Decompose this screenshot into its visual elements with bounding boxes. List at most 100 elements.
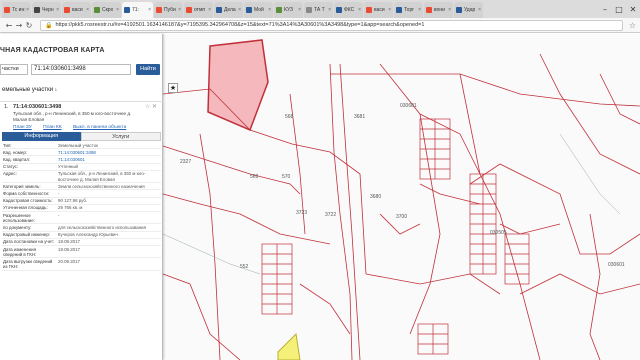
section-label: емельные участки	[2, 87, 54, 93]
tab-label: ТА Т	[314, 7, 325, 13]
tab-label: вони	[434, 7, 445, 13]
tab-close-icon[interactable]: ×	[238, 7, 241, 13]
property-key: Форма собственности:	[3, 190, 50, 196]
property-key: Дата постановки на учет:	[3, 239, 55, 245]
property-key: Кад. номер:	[3, 149, 27, 155]
pin-icon[interactable]: ★	[168, 83, 178, 93]
browser-tab[interactable]: Тс ин: ×	[2, 2, 31, 18]
browser-tab[interactable]: ФКС ×	[334, 2, 363, 18]
tab-close-icon[interactable]: ×	[116, 7, 119, 13]
tab-label: КУЗ	[284, 7, 294, 13]
property-key: Статус:	[3, 164, 19, 170]
tab-close-icon[interactable]: ×	[208, 7, 211, 13]
property-key: Дата изменения сведений в ГКН:	[3, 246, 37, 257]
property-row: Кад. квартал: 71:14:030601	[2, 156, 161, 164]
minimize-icon[interactable]: –	[598, 5, 612, 14]
property-value: -	[58, 190, 60, 196]
tab-info[interactable]: Информация	[2, 132, 81, 141]
property-row: Категория земель: Земли сельскохозяйствен…	[2, 183, 161, 191]
browser-tab[interactable]: Дела ×	[214, 2, 243, 18]
property-key: Кад. квартал:	[3, 156, 31, 162]
plan-kk-link[interactable]: План КК	[43, 125, 62, 130]
result-tools[interactable]: ☆ ✕	[145, 103, 157, 110]
browser-tab[interactable]: васи ×	[62, 2, 91, 18]
plan-zu-link[interactable]: План ЗУ	[13, 125, 32, 130]
tab-close-icon[interactable]: ×	[56, 7, 59, 13]
search-input[interactable]: 71:14:030601:3498	[31, 63, 131, 75]
object-type-select[interactable]: частки	[0, 63, 28, 75]
tab-label: ФКС	[344, 7, 355, 13]
bookmark-star-icon[interactable]: ☆	[629, 21, 636, 30]
property-row: Разрешенное использование: -	[2, 212, 161, 225]
browser-tab[interactable]: ТА Т ×	[304, 2, 333, 18]
tab-label: Пуби	[164, 7, 176, 13]
tab-close-icon[interactable]: ×	[358, 7, 361, 13]
property-key: Кадастровая стоимость:	[3, 198, 53, 204]
browser-tab[interactable]: Черн ×	[32, 2, 61, 18]
browser-tab[interactable]: Мой ×	[244, 2, 273, 18]
browser-tab[interactable]: КУЗ ×	[274, 2, 303, 18]
tab-close-icon[interactable]: ×	[268, 7, 271, 13]
tab-close-icon[interactable]: ×	[478, 7, 481, 13]
result-cadastral-id: 71:14:030601:3498	[13, 104, 62, 110]
property-row: Адрес: Тульская обл., р-н Ленинский, в 35…	[2, 171, 161, 184]
property-value: Тульская обл., р-н Ленинский, в 350 м юг…	[58, 171, 146, 182]
parcel-number: 3680	[370, 194, 382, 200]
browser-tab[interactable]: Удар ×	[454, 2, 483, 18]
favicon-icon	[306, 7, 312, 13]
show-in-panel-link[interactable]: Выкл. в панели объекта	[73, 125, 126, 130]
property-value[interactable]: 71:14:030601:3498	[57, 149, 161, 155]
tab-close-icon[interactable]: ×	[418, 7, 421, 13]
map-label-2327: 2327	[180, 159, 192, 165]
property-key: Уточненная площадь:	[3, 205, 48, 211]
browser-tab[interactable]: вони ×	[424, 2, 453, 18]
url-input[interactable]: 🔒 https://pkk5.rosreestr.ru/#x=4192501.1…	[40, 19, 623, 31]
find-button[interactable]: Найти	[136, 63, 160, 75]
tab-label: Дела	[224, 7, 236, 13]
property-value: для сельскохозяйственного использования	[58, 224, 146, 230]
property-row: Кад. номер: 71:14:030601:3498	[2, 149, 161, 157]
tab-close-icon[interactable]: ×	[388, 7, 391, 13]
browser-tab[interactable]: Пуби ×	[154, 2, 183, 18]
property-key: Тип:	[3, 142, 12, 148]
favicon-icon	[34, 7, 40, 13]
property-value: 90 127,98 руб.	[58, 198, 88, 204]
maximize-icon[interactable]: □	[612, 5, 626, 14]
property-row: Статус: Учтенный	[2, 164, 161, 171]
favicon-icon	[456, 7, 462, 13]
browser-tab[interactable]: Скро ×	[92, 2, 121, 18]
favicon-icon	[366, 7, 372, 13]
close-icon[interactable]: ✕	[626, 5, 640, 14]
property-key: Адрес:	[3, 171, 17, 177]
map-label-block-3: 030601	[608, 262, 625, 268]
property-key: по документу:	[3, 224, 32, 230]
browser-tab[interactable]: васи ×	[364, 2, 393, 18]
tab-close-icon[interactable]: ×	[328, 7, 331, 13]
section-header[interactable]: емельные участки 1	[0, 87, 163, 97]
browser-tab[interactable]: отмп ×	[184, 2, 213, 18]
tab-close-icon[interactable]: ×	[298, 7, 301, 13]
yellow-parcel	[277, 332, 301, 360]
property-value[interactable]: 71:14:030601	[57, 156, 161, 162]
tab-close-icon[interactable]: ×	[26, 7, 29, 13]
tab-services[interactable]: Услуги	[80, 132, 161, 141]
browser-tab[interactable]: 71: ×	[122, 2, 153, 18]
browser-tab[interactable]: Торг ×	[394, 2, 423, 18]
property-value: 20.09.2017	[58, 258, 80, 264]
reload-icon[interactable]: ↻	[24, 21, 34, 30]
url-text: https://pkk5.rosreestr.ru/#x=4192501.163…	[55, 22, 425, 28]
parcel-number: 569	[250, 174, 259, 180]
tab-label: отмп	[194, 7, 206, 13]
tab-label: Удар	[464, 7, 476, 13]
tab-close-icon[interactable]: ×	[448, 7, 451, 13]
search-row: частки 71:14:030601:3498 Найти	[0, 63, 163, 75]
tab-close-icon[interactable]: ×	[148, 7, 151, 13]
tab-close-icon[interactable]: ×	[86, 7, 89, 13]
favicon-icon	[156, 7, 162, 13]
result-links: План ЗУ План КК Выкл. в панели объекта	[13, 125, 136, 130]
address-bar: ← → ↻ 🔒 https://pkk5.rosreestr.ru/#x=419…	[0, 18, 640, 33]
selected-parcel	[207, 39, 269, 131]
back-icon[interactable]: ←	[4, 21, 14, 30]
tab-close-icon[interactable]: ×	[178, 7, 181, 13]
forward-icon[interactable]: →	[14, 21, 24, 30]
